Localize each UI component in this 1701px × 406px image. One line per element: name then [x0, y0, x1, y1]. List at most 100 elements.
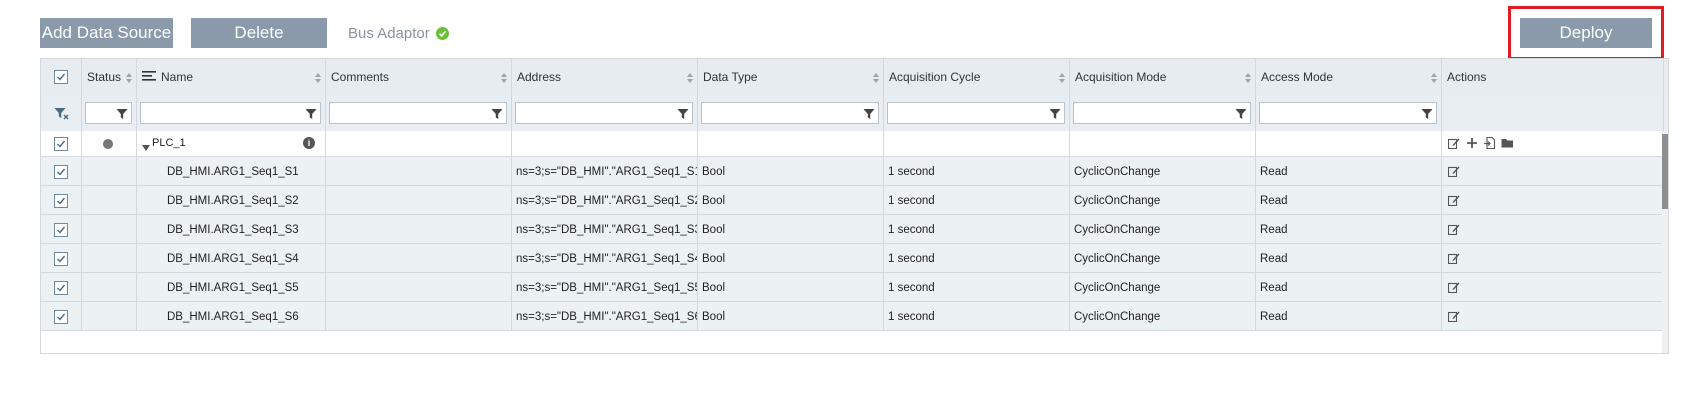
table-row[interactable]: DB_HMI.ARG1_Seq1_S1 ns=3;s="DB_HMI"."ARG1… — [41, 157, 1664, 186]
header-col-acquisition-mode[interactable]: Acquisition Mode — [1070, 59, 1256, 95]
cell-value-acquisition-cycle: 1 second — [888, 195, 935, 207]
edit-icon[interactable] — [1447, 281, 1460, 296]
cell-data-type: Bool — [698, 273, 884, 301]
filter-icon[interactable] — [677, 107, 689, 119]
header-col-actions[interactable]: Actions — [1442, 59, 1664, 95]
filter-col-status — [82, 95, 137, 131]
cell-value-acquisition-cycle: 1 second — [888, 253, 935, 265]
edit-icon[interactable] — [1447, 194, 1460, 209]
filter-input-acquisition-cycle[interactable] — [887, 102, 1065, 124]
add-data-source-button[interactable]: Add Data Source — [40, 18, 173, 48]
sort-icon[interactable] — [314, 71, 322, 83]
filter-col-data-type — [698, 95, 884, 131]
bus-adaptor-label: Bus Adaptor — [348, 25, 430, 42]
cell-name: DB_HMI.ARG1_Seq1_S2 — [137, 186, 326, 214]
edit-icon[interactable] — [1447, 310, 1460, 325]
filter-icon[interactable] — [305, 107, 317, 119]
filter-row — [41, 95, 1668, 131]
cell-comments — [326, 131, 512, 156]
cell-value-access-mode: Read — [1260, 195, 1288, 207]
select-all-checkbox[interactable] — [54, 70, 68, 84]
filter-input-status[interactable] — [85, 102, 132, 124]
header-label-name: Name — [161, 70, 194, 84]
table-row[interactable]: DB_HMI.ARG1_Seq1_S6 ns=3;s="DB_HMI"."ARG1… — [41, 302, 1664, 331]
cell-acquisition-cycle: 1 second — [884, 302, 1070, 330]
edit-icon[interactable] — [1447, 223, 1460, 238]
filter-input-address[interactable] — [515, 102, 693, 124]
filter-col-acquisition-cycle — [884, 95, 1070, 131]
deploy-button[interactable]: Deploy — [1520, 18, 1652, 48]
cell-actions — [1442, 157, 1664, 185]
filter-icon[interactable] — [1421, 107, 1433, 119]
row-checkbox[interactable] — [54, 252, 68, 266]
edit-icon[interactable] — [1447, 165, 1460, 180]
clear-filter-icon[interactable] — [54, 107, 69, 126]
row-checkbox[interactable] — [54, 223, 68, 237]
row-checkbox[interactable] — [54, 194, 68, 208]
sort-icon[interactable] — [1244, 71, 1252, 83]
filter-input-name[interactable] — [140, 102, 321, 124]
sort-icon[interactable] — [872, 71, 880, 83]
sort-icon[interactable] — [686, 71, 694, 83]
filter-icon[interactable] — [491, 107, 503, 119]
edit-icon[interactable] — [1447, 252, 1460, 267]
cell-value-access-mode: Read — [1260, 282, 1288, 294]
vertical-scrollbar[interactable] — [1662, 131, 1668, 353]
filter-input-acquisition-mode[interactable] — [1073, 102, 1251, 124]
cell-name: DB_HMI.ARG1_Seq1_S3 — [137, 215, 326, 243]
table-row[interactable]: DB_HMI.ARG1_Seq1_S5 ns=3;s="DB_HMI"."ARG1… — [41, 273, 1664, 302]
cell-actions — [1442, 186, 1664, 214]
header-col-status[interactable]: Status — [82, 59, 137, 95]
row-checkbox[interactable] — [54, 281, 68, 295]
import-icon[interactable] — [1484, 136, 1496, 152]
header-col-data-type[interactable]: Data Type — [698, 59, 884, 95]
scrollbar-thumb[interactable] — [1662, 134, 1668, 209]
cell-value-name: DB_HMI.ARG1_Seq1_S6 — [167, 311, 299, 323]
filter-icon[interactable] — [1049, 107, 1061, 119]
cell-value-acquisition-cycle: 1 second — [888, 311, 935, 323]
table-row[interactable]: DB_HMI.ARG1_Seq1_S2 ns=3;s="DB_HMI"."ARG1… — [41, 186, 1664, 215]
filter-input-access-mode[interactable] — [1259, 102, 1437, 124]
header-col-comments[interactable]: Comments — [326, 59, 512, 95]
table-row[interactable]: DB_HMI.ARG1_Seq1_S3 ns=3;s="DB_HMI"."ARG1… — [41, 215, 1664, 244]
group-row-plc[interactable]: PLC_1 i — [41, 131, 1664, 157]
cell-comments — [326, 273, 512, 301]
info-icon[interactable]: i — [303, 137, 315, 149]
filter-icon[interactable] — [1235, 107, 1247, 119]
cell-value-acquisition-cycle: 1 second — [888, 224, 935, 236]
collapse-icon[interactable] — [142, 140, 150, 154]
edit-icon[interactable] — [1447, 137, 1460, 152]
column-menu-icon[interactable] — [142, 69, 156, 87]
sort-icon[interactable] — [1058, 71, 1066, 83]
filter-input-comments[interactable] — [329, 102, 507, 124]
header-col-address[interactable]: Address — [512, 59, 698, 95]
row-checkbox[interactable] — [54, 310, 68, 324]
status-dot-icon — [103, 139, 113, 149]
cell-value-address: ns=3;s="DB_HMI"."ARG1_Seq1_S5" — [516, 282, 698, 294]
cell-data-type: Bool — [698, 244, 884, 272]
cell-actions — [1442, 244, 1664, 272]
sort-icon[interactable] — [125, 71, 133, 83]
sort-icon[interactable] — [1430, 71, 1438, 83]
cell-status — [82, 215, 137, 243]
row-checkbox[interactable] — [54, 165, 68, 179]
folder-icon[interactable] — [1501, 137, 1515, 152]
cell-access-mode: Read — [1256, 302, 1442, 330]
filter-icon[interactable] — [116, 107, 128, 119]
header-col-name[interactable]: Name — [137, 59, 326, 95]
table-row[interactable]: DB_HMI.ARG1_Seq1_S4 ns=3;s="DB_HMI"."ARG1… — [41, 244, 1664, 273]
add-icon[interactable] — [1466, 137, 1478, 152]
header-col-access-mode[interactable]: Access Mode — [1256, 59, 1442, 95]
cell-acquisition-cycle: 1 second — [884, 273, 1070, 301]
cell-status — [82, 186, 137, 214]
cell-data-type: Bool — [698, 157, 884, 185]
sort-icon[interactable] — [500, 71, 508, 83]
filter-col-acquisition-mode — [1070, 95, 1256, 131]
row-checkbox[interactable] — [54, 137, 68, 151]
delete-button[interactable]: Delete — [191, 18, 327, 48]
filter-input-data-type[interactable] — [701, 102, 879, 124]
cell-value-access-mode: Read — [1260, 224, 1288, 236]
cell-value-access-mode: Read — [1260, 253, 1288, 265]
header-col-acquisition-cycle[interactable]: Acquisition Cycle — [884, 59, 1070, 95]
filter-icon[interactable] — [863, 107, 875, 119]
